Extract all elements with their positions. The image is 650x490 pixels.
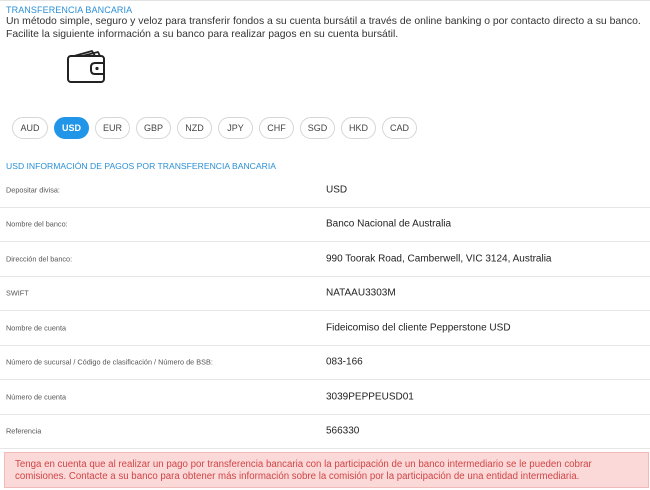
currency-chip-nzd[interactable]: NZD (177, 117, 212, 139)
row-value: USD (326, 184, 348, 196)
table-row: Número de sucursal / Código de clasifica… (0, 346, 650, 380)
row-value: 990 Toorak Road, Camberwell, VIC 3124, A… (326, 253, 552, 265)
row-value: 566330 (326, 425, 360, 437)
intro-line-1: Un método simple, seguro y veloz para tr… (6, 16, 641, 27)
row-label: Referencia (6, 426, 42, 436)
row-label: Nombre de cuenta (6, 323, 67, 333)
section-title: TRANSFERENCIA BANCARIA (6, 5, 133, 15)
row-label: Número de cuenta (6, 392, 67, 402)
payment-info-table: Depositar divisa: USD Nombre del banco: … (0, 173, 650, 449)
row-label: Dirección del banco: (6, 254, 73, 264)
table-row: SWIFT NATAAU3303M (0, 277, 650, 311)
payment-info-title: USD INFORMACIÓN DE PAGOS POR TRANSFERENC… (6, 161, 276, 171)
currency-chip-aud[interactable]: AUD (12, 117, 48, 139)
currency-chip-hkd[interactable]: HKD (341, 117, 376, 139)
row-label: Nombre del banco: (6, 219, 68, 229)
currency-chip-cad[interactable]: CAD (382, 117, 417, 139)
currency-chip-jpy[interactable]: JPY (218, 117, 253, 139)
top-divider (0, 0, 650, 1)
row-label: Número de sucursal / Código de clasifica… (6, 357, 213, 367)
table-row: Número de cuenta 3039PEPPEUSD01 (0, 380, 650, 415)
currency-chip-gbp[interactable]: GBP (136, 117, 171, 139)
row-value: 083-166 (326, 356, 363, 368)
intro-text: Un método simple, seguro y veloz para tr… (6, 16, 646, 41)
table-row: Depositar divisa: USD (0, 173, 650, 208)
table-row: Referencia 566330 (0, 415, 650, 449)
currency-chip-chf[interactable]: CHF (259, 117, 294, 139)
table-row: Nombre del banco: Banco Nacional de Aust… (0, 208, 650, 242)
intro-line-2: Facilite la siguiente información a su b… (6, 28, 399, 40)
intermediary-fee-notice: Tenga en cuenta que al realizar un pago … (4, 452, 649, 488)
table-row: Dirección del banco: 990 Toorak Road, Ca… (0, 242, 650, 277)
row-value: 3039PEPPEUSD01 (326, 391, 414, 403)
table-row: Nombre de cuenta Fideicomiso del cliente… (0, 311, 650, 346)
row-value: Banco Nacional de Australia (326, 218, 452, 230)
row-value: Fideicomiso del cliente Pepperstone USD (326, 322, 511, 334)
row-label: Depositar divisa: (6, 185, 60, 195)
currency-chip-eur[interactable]: EUR (95, 117, 130, 139)
wallet-icon (67, 50, 105, 83)
currency-chip-sgd[interactable]: SGD (300, 117, 335, 139)
row-label: SWIFT (6, 288, 29, 298)
currency-selector: AUD USD EUR GBP NZD JPY CHF SGD HKD CAD (12, 117, 417, 139)
row-value: NATAAU3303M (326, 287, 396, 299)
currency-chip-usd[interactable]: USD (54, 117, 89, 139)
